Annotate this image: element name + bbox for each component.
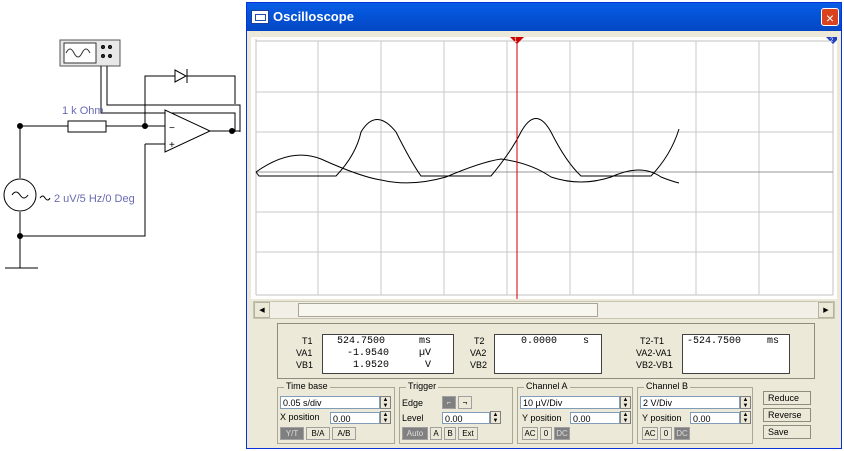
t1-label: T1 (302, 336, 313, 346)
scroll-left-arrow-icon[interactable]: ◀ (254, 302, 270, 318)
close-button[interactable]: × (821, 8, 839, 26)
va1-label: VA1 (296, 348, 313, 358)
vb2vb1-label: VB2-VB1 (636, 360, 674, 370)
resistor-label: 1 k Ohm (62, 105, 104, 117)
timebase-select[interactable]: 0.05 s/div (280, 396, 380, 409)
va1-unit: µV (419, 348, 432, 359)
mode-ab-button[interactable]: A/B (332, 427, 356, 440)
diode-symbol (174, 69, 188, 83)
vb1-value: 1.9520 (353, 360, 390, 371)
horizontal-scrollbar[interactable]: ◀ ▶ (253, 301, 835, 319)
oscilloscope-icon (251, 10, 269, 24)
source-label: 2 uV/5 Hz/0 Deg (54, 193, 135, 205)
channel-a-group: Channel A 10 µV/Div ▲ ▼ Y position 0.00 ▲… (517, 381, 633, 444)
channel-a-scale-spinner-icon[interactable]: ▲ ▼ (620, 396, 631, 409)
mode-ba-button[interactable]: B/A (306, 427, 330, 440)
t2-label: T2 (474, 336, 485, 346)
svg-text:−: − (169, 123, 175, 134)
reverse-button[interactable]: Reverse (763, 408, 811, 422)
xpos-spinner-icon[interactable]: ▲ ▼ (380, 411, 391, 424)
va2va1-label: VA2-VA1 (636, 348, 672, 358)
edge-label: Edge (402, 398, 424, 408)
reduce-button[interactable]: Reduce (763, 391, 811, 405)
level-spinner-icon[interactable]: ▲ ▼ (490, 411, 501, 424)
va1-value: -1.9540 (347, 348, 390, 359)
window-title: Oscilloscope (273, 9, 354, 24)
falling-edge-icon[interactable]: ¬ (458, 396, 472, 409)
channel-b-ypos-input[interactable]: 0.00 (690, 412, 740, 424)
circuit-schematic: − + 1 k Ohm 2 uV/5 Hz/0 Deg (3, 39, 241, 269)
t1-readout-box: 524.7500 ms -1.9540 µV 1.9520 V (322, 334, 454, 374)
t1-value: 524.7500 (337, 336, 386, 347)
oscilloscope-window: Oscilloscope × 1 2 ◀ ▶ T1 VA1 VB1 524.75… (246, 2, 842, 449)
channel-a-ypos-label: Y position (522, 413, 562, 423)
va2-label: VA2 (470, 348, 487, 358)
mode-yt-button[interactable]: Y/T (280, 427, 304, 440)
trigger-a-button[interactable]: A (430, 427, 442, 440)
timebase-title: Time base (284, 381, 330, 391)
channel-b-scale-select[interactable]: 2 V/Div (640, 396, 740, 409)
t2-unit: s (583, 336, 590, 347)
vb2-label: VB2 (470, 360, 488, 370)
channel-b-ypos-label: Y position (642, 413, 682, 423)
t2t1-label: T2-T1 (640, 336, 665, 346)
trigger-title: Trigger (406, 381, 439, 391)
t2t1-unit: ms (767, 336, 780, 347)
resistor-symbol (67, 120, 107, 133)
channel-a-dc-button[interactable]: DC (554, 427, 570, 440)
timebase-group: Time base 0.05 s/div ▲ ▼ X position 0.00 … (277, 381, 395, 444)
trigger-group: Trigger Edge ⌐ ¬ Level 0.00 ▲ ▼ Auto A B … (399, 381, 513, 444)
cursor-readouts: T1 VA1 VB1 524.7500 ms -1.9540 µV 1.9520… (277, 323, 815, 379)
timebase-spinner-icon[interactable]: ▲ ▼ (380, 396, 391, 409)
channel-b-ac-button[interactable]: AC (642, 427, 658, 440)
title-bar[interactable]: Oscilloscope × (247, 3, 841, 31)
t2-readout-box: 0.0000 s (494, 334, 602, 374)
trigger-b-button[interactable]: B (444, 427, 456, 440)
scroll-right-arrow-icon[interactable]: ▶ (818, 302, 834, 318)
level-label: Level (402, 413, 424, 423)
channel-b-ypos-spinner-icon[interactable]: ▲ ▼ (740, 411, 751, 424)
vb1-unit: V (425, 360, 432, 371)
t2-value: 0.0000 (521, 336, 558, 347)
trigger-auto-button[interactable]: Auto (402, 427, 428, 440)
channel-a-scale-select[interactable]: 10 µV/Div (520, 396, 620, 409)
channel-a-ypos-spinner-icon[interactable]: ▲ ▼ (620, 411, 631, 424)
scroll-thumb[interactable] (298, 303, 598, 317)
t2t1-readout-box: -524.7500 ms (682, 334, 790, 374)
vb1-label: VB1 (296, 360, 314, 370)
save-button[interactable]: Save (763, 425, 811, 439)
channel-a-ac-button[interactable]: AC (522, 427, 538, 440)
svg-text:+: + (169, 140, 175, 151)
level-input[interactable]: 0.00 (442, 412, 490, 424)
channel-b-group: Channel B 2 V/Div ▲ ▼ Y position 0.00 ▲ ▼ … (637, 381, 753, 444)
channel-b-dc-button[interactable]: DC (674, 427, 690, 440)
xpos-label: X position (280, 412, 320, 422)
channel-a-title: Channel A (524, 381, 570, 391)
trigger-ext-button[interactable]: Ext (458, 427, 478, 440)
t1-unit: ms (419, 336, 432, 347)
channel-b-zero-button[interactable]: 0 (660, 427, 672, 440)
channel-b-title: Channel B (644, 381, 691, 391)
channel-a-ypos-input[interactable]: 0.00 (570, 412, 620, 424)
xpos-input[interactable]: 0.00 (330, 412, 380, 424)
t2t1-value: -524.7500 (687, 336, 742, 347)
rising-edge-icon[interactable]: ⌐ (442, 396, 456, 409)
channel-a-zero-button[interactable]: 0 (540, 427, 552, 440)
channel-b-scale-spinner-icon[interactable]: ▲ ▼ (740, 396, 751, 409)
scope-display[interactable]: 1 2 (251, 37, 837, 299)
